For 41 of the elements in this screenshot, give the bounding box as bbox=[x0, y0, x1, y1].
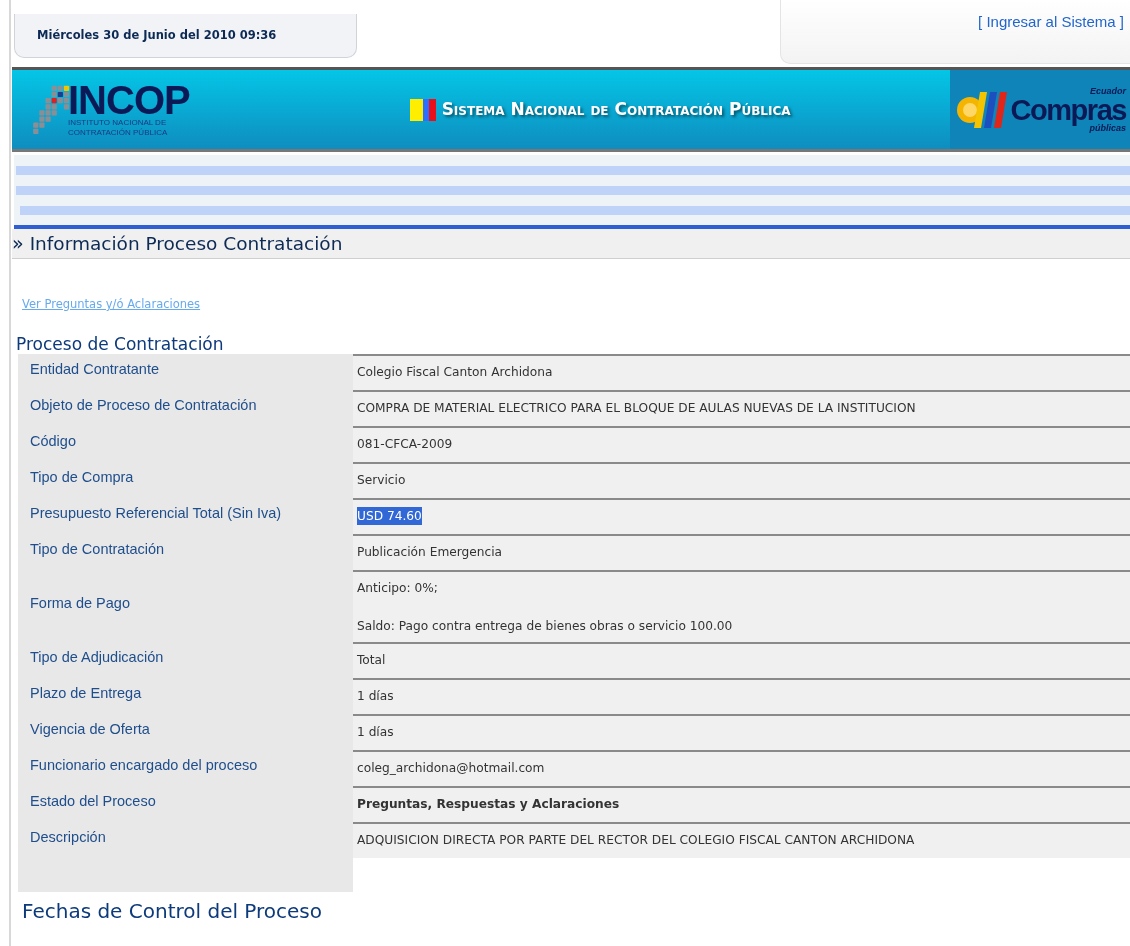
field-value: Preguntas, Respuestas y Aclaraciones bbox=[357, 796, 620, 813]
login-link[interactable]: [ Ingresar al Sistema ] bbox=[978, 14, 1124, 29]
field-label: Tipo de Adjudicación bbox=[30, 648, 164, 668]
field-label: Tipo de Compra bbox=[30, 468, 134, 488]
field-value: COMPRA DE MATERIAL ELECTRICO PARA EL BLOQUE DE AULAS NUEVAS DE LA INSTITUCION bbox=[357, 400, 916, 417]
field-label: Tipo de Contratación bbox=[30, 540, 165, 560]
field-label: Objeto de Proceso de Contratación bbox=[30, 396, 257, 416]
field-value: Saldo: Pago contra entrega de bienes obras o servicio 100.00 bbox=[357, 617, 733, 635]
banner-title: Sistema Nacional de Contratación Pública bbox=[441, 97, 791, 121]
field-value: 081-CFCA-2009 bbox=[357, 436, 453, 453]
field-value: Colegio Fiscal Canton Archidona bbox=[357, 364, 553, 381]
section-title: Fechas de Control del Proceso bbox=[22, 899, 323, 923]
field-label: Vigencia de Oferta bbox=[30, 720, 150, 740]
logo-subtitle: CONTRATACIÓN PÚBLICA bbox=[68, 127, 169, 138]
page-heading: Información Proceso Contratación bbox=[29, 231, 343, 256]
field-value: Anticipo: 0%; bbox=[357, 580, 438, 597]
field-value: 1 días bbox=[357, 688, 394, 705]
heading-marker: » bbox=[12, 231, 24, 257]
section-title: Proceso de Contratación bbox=[16, 334, 224, 354]
logo-subtitle: INSTITUTO NACIONAL DE bbox=[68, 117, 168, 128]
field-value: 1 días bbox=[357, 724, 394, 741]
field-label: Descripción bbox=[30, 828, 106, 848]
field-value: Publicación Emergencia bbox=[357, 544, 503, 561]
field-label: Plazo de Entrega bbox=[30, 684, 142, 704]
logo-name: INCOP bbox=[68, 81, 190, 118]
partner-name: Compras bbox=[1010, 95, 1126, 124]
current-date: Miércoles 30 de Junio del 2010 09:36 bbox=[37, 26, 277, 44]
field-label: Código bbox=[30, 432, 76, 452]
field-value: Servicio bbox=[357, 472, 406, 489]
field-value: coleg_archidona@hotmail.com bbox=[357, 760, 545, 777]
field-label: Presupuesto Referencial Total (Sin Iva) bbox=[30, 504, 282, 524]
field-label: Funcionario encargado del proceso bbox=[30, 756, 258, 776]
field-value: USD 74.60 bbox=[357, 507, 422, 526]
field-label: Entidad Contratante bbox=[30, 360, 159, 380]
field-value: ADQUISICION DIRECTA POR PARTE DEL RECTOR DEL COLEGIO FISCAL CANTON ARCHIDONA bbox=[357, 832, 915, 849]
partner-bottom: públicas bbox=[1089, 123, 1126, 133]
field-label: Estado del Proceso bbox=[30, 792, 156, 812]
partner-top: Ecuador bbox=[1090, 86, 1126, 96]
flag-icon bbox=[409, 98, 436, 121]
field-label: Forma de Pago bbox=[30, 594, 130, 614]
field-value: Total bbox=[357, 652, 386, 669]
